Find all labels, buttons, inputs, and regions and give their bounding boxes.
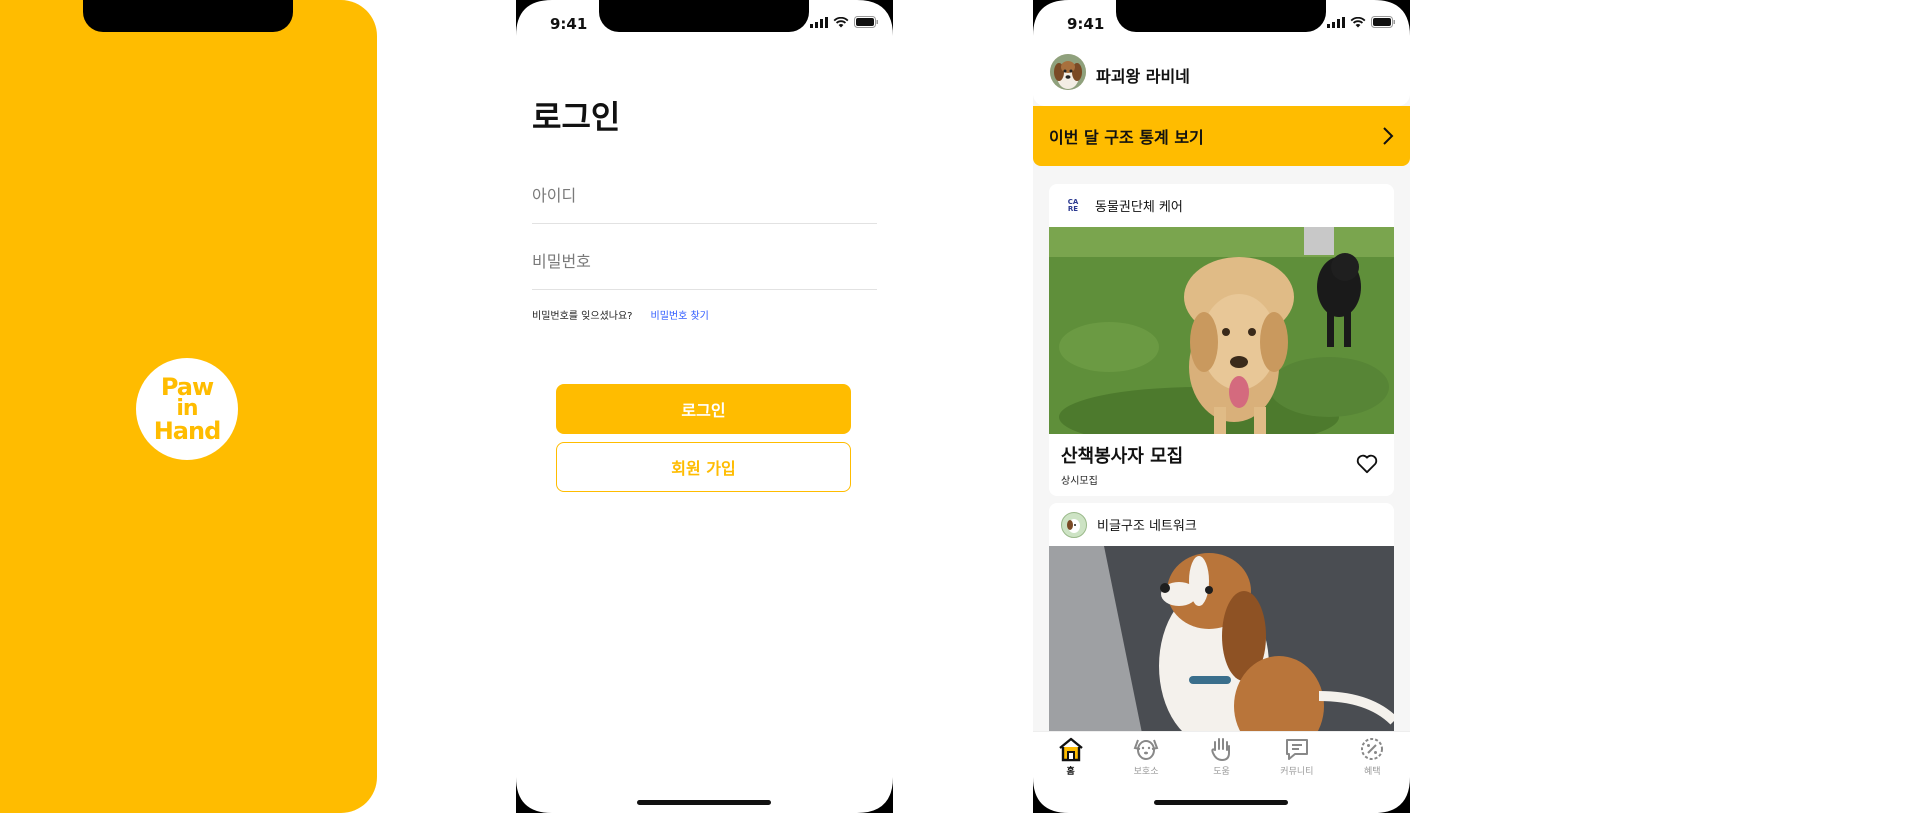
chevron-right-icon [1383,127,1394,145]
login-screen: 9:41 로그인 비밀번호를 잊으셨나요? 비밀번호 찾기 로그인 회원 가입 [516,0,893,813]
card-subtitle: 상시모집 [1061,476,1098,487]
tab-label: 홈 [1066,767,1075,777]
forgot-password-text: 비밀번호를 잊으셨나요? [532,311,633,322]
care-org-logo: CA RE [1061,193,1085,218]
signup-button[interactable]: 회원 가입 [556,442,851,492]
forgot-password-row: 비밀번호를 잊으셨나요? 비밀번호 찾기 [532,307,709,322]
card-title: 산책봉사자 모집 [1061,446,1184,467]
status-icons [1327,16,1395,28]
discount-icon [1361,738,1384,760]
monthly-stats-banner[interactable]: 이번 달 구조 통계 보기 [1033,106,1410,166]
logo-line-3: Hand [153,417,222,445]
tab-label: 도움 [1213,767,1230,777]
post-card[interactable]: CA RE 동물권단체 케어 산책봉사자 모집 상시모집 [1049,184,1394,496]
org-name: 동물권단체 케어 [1095,200,1183,215]
wifi-icon [833,16,849,27]
page-title: 로그인 [532,98,621,136]
battery-icon [854,16,878,28]
battery-icon [1371,16,1395,28]
home-screen: 파괴왕 라비네 이번 달 구조 통계 보기 CA RE 동물권단체 케어 산책봉… [1033,0,1410,813]
login-button[interactable]: 로그인 [556,384,851,434]
beagle-avatar-icon [1050,54,1086,90]
username: 파괴왕 라비네 [1096,67,1190,86]
id-field[interactable] [532,186,877,224]
heart-icon[interactable] [1356,454,1378,474]
home-indicator [637,800,771,805]
tab-label: 커뮤니티 [1280,767,1314,777]
notch [83,0,293,32]
card-header: 비글구조 네트워크 [1049,503,1394,546]
golden-retriever-photo [1049,227,1394,434]
post-card[interactable]: 비글구조 네트워크 [1049,503,1394,743]
dog-face-icon [1133,739,1159,760]
status-icons [810,16,878,28]
splash-screen: Paw in Hand [0,0,377,813]
home-indicator [1154,800,1288,805]
card-header: CA RE 동물권단체 케어 [1049,184,1394,227]
status-time: 9:41 [1067,15,1105,33]
find-password-link[interactable]: 비밀번호 찾기 [651,307,709,322]
tab-label: 혜택 [1363,767,1381,777]
org-name: 비글구조 네트워크 [1097,519,1197,534]
card-body: 산책봉사자 모집 상시모집 [1049,434,1394,496]
avatar[interactable] [1050,54,1086,90]
home-icon [1058,737,1083,762]
hand-icon [1211,738,1231,762]
tab-home[interactable]: 홈 [1041,736,1101,813]
chat-icon [1285,739,1308,760]
password-field[interactable] [532,252,877,290]
logo-line-1: Paw [160,373,214,401]
tab-benefits[interactable]: 혜택 [1342,736,1402,813]
notch [599,0,809,32]
beagle-network-logo [1061,511,1087,538]
beagle-icon [1067,518,1080,533]
signal-icon [1327,16,1345,28]
wifi-icon [1350,16,1366,27]
tab-label: 보호소 [1133,767,1159,777]
stats-banner-label: 이번 달 구조 통계 보기 [1049,128,1204,147]
paw-in-hand-logo: Paw in Hand [136,358,238,460]
signal-icon [810,16,828,28]
status-time: 9:41 [550,15,588,33]
notch [1116,0,1326,32]
beagle-puppy-photo [1049,546,1394,743]
